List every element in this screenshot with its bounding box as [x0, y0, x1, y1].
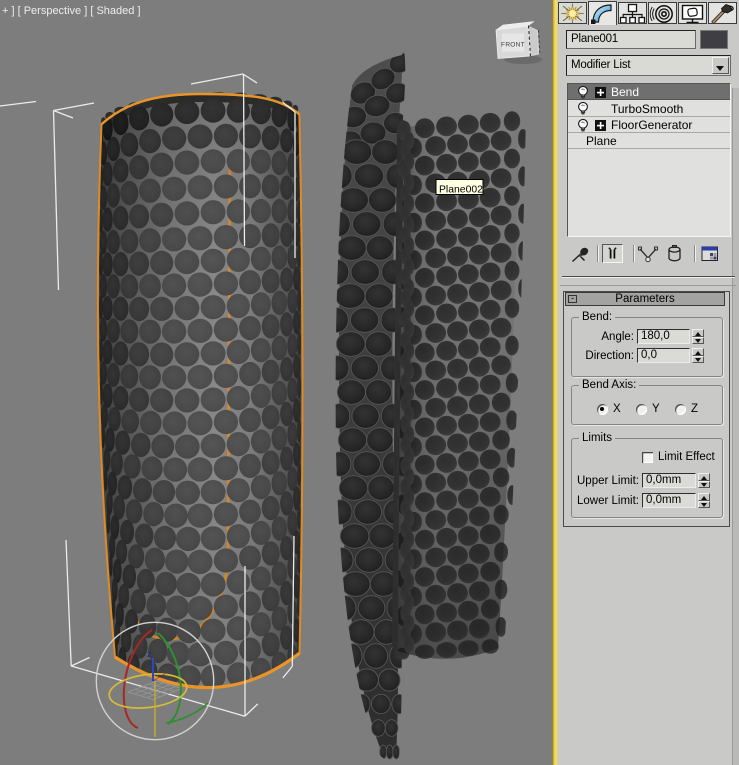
svg-text:+ ] [ Perspective ] [ Shaded: + ] [ Perspective ] [ Shaded ] [2, 5, 141, 17]
svg-text:FRONT: FRONT [501, 42, 525, 49]
svg-text:Plane002: Plane002 [439, 185, 483, 196]
svg-text:z: z [147, 649, 152, 659]
